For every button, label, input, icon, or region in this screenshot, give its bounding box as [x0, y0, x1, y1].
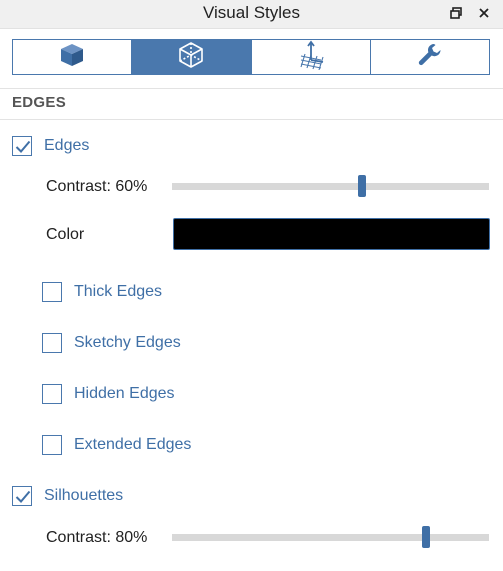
extended-edges-toggle[interactable]: Extended Edges: [42, 435, 191, 455]
sketchy-edges-toggle[interactable]: Sketchy Edges: [42, 333, 181, 353]
thick-edges-label: Thick Edges: [74, 283, 163, 300]
hidden-edges-label: Hidden Edges: [74, 385, 175, 402]
divider: [0, 119, 503, 120]
title-bar: Visual Styles: [0, 0, 503, 29]
checkmark-icon: [15, 140, 31, 153]
extended-edges-label: Extended Edges: [74, 436, 192, 453]
tab-edge-style[interactable]: [132, 40, 252, 74]
edges-contrast-slider-thumb[interactable]: [358, 175, 367, 197]
silhouettes-contrast-slider-thumb[interactable]: [421, 526, 430, 548]
style-tabs: [12, 39, 490, 75]
window-title: Visual Styles: [202, 3, 300, 22]
edges-checkbox[interactable]: [12, 136, 32, 156]
extended-edges-checkbox[interactable]: [42, 435, 62, 455]
tab-modeling-settings[interactable]: [371, 40, 489, 74]
hidden-edges-checkbox[interactable]: [42, 384, 62, 404]
silhouettes-contrast-label: Contrast: 80%: [46, 529, 148, 546]
section-title: EDGES: [12, 94, 67, 111]
edges-label: Edges: [44, 137, 90, 154]
thick-edges-checkbox[interactable]: [42, 282, 62, 302]
checkmark-icon: [15, 490, 31, 503]
sketchy-edges-label: Sketchy Edges: [74, 334, 181, 351]
wrench-icon: [417, 42, 443, 73]
silhouettes-label: Silhouettes: [44, 487, 124, 504]
edges-color-label: Color: [46, 226, 85, 243]
silhouettes-toggle[interactable]: Silhouettes: [12, 486, 123, 506]
edges-contrast-label: Contrast: 60%: [46, 178, 148, 195]
restore-window-icon[interactable]: [448, 5, 464, 21]
tab-background-style[interactable]: [252, 40, 371, 74]
silhouettes-contrast-slider[interactable]: [172, 526, 489, 548]
silhouettes-checkbox[interactable]: [12, 486, 32, 506]
edges-toggle[interactable]: Edges: [12, 136, 89, 156]
solid-cube-icon: [59, 42, 85, 73]
sketchy-edges-checkbox[interactable]: [42, 333, 62, 353]
edges-contrast-slider[interactable]: [172, 175, 489, 197]
hidden-edges-toggle[interactable]: Hidden Edges: [42, 384, 175, 404]
divider: [0, 88, 503, 89]
wireframe-cube-icon: [177, 41, 205, 74]
close-icon[interactable]: [476, 5, 492, 21]
edges-color-swatch[interactable]: [173, 218, 490, 250]
grid-axes-icon: [296, 40, 326, 75]
tab-face-style[interactable]: [13, 40, 133, 74]
thick-edges-toggle[interactable]: Thick Edges: [42, 282, 162, 302]
